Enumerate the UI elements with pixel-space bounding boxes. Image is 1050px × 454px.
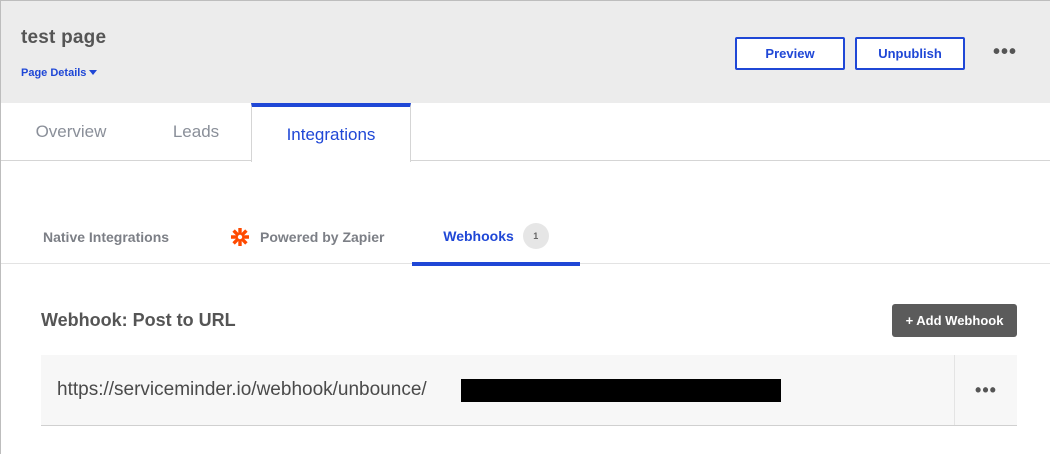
zapier-icon [230,227,250,247]
subtab-webhooks-label: Webhooks [443,228,514,244]
webhooks-count-badge: 1 [522,223,549,249]
integration-sub-tabs: Native Integrations Powered by Zapier We… [1,210,1050,266]
subtab-zapier-label: Powered by Zapier [260,229,385,245]
subtab-zapier[interactable]: Powered by Zapier [230,210,384,264]
subtab-webhooks[interactable]: Webhooks 1 [412,210,580,266]
redacted-text [461,379,781,402]
unpublish-button[interactable]: Unpublish [855,37,965,70]
subtab-native-label: Native Integrations [43,229,170,245]
section-title: Webhook: Post to URL [41,310,236,330]
page-title: test page [21,27,107,48]
more-options-icon[interactable]: ••• [993,42,1017,62]
subtab-native-integrations[interactable]: Native Integrations [43,210,169,264]
webhook-url: https://serviceminder.io/webhook/unbounc… [57,379,427,400]
page-details-label: Page Details [21,67,87,79]
main-tabs: Overview Leads Integrations [1,103,1050,162]
preview-button[interactable]: Preview [735,37,845,70]
page-header: test page Page Details Preview Unpublish… [1,1,1050,103]
row-more-options-icon[interactable]: ••• [954,355,1017,425]
tab-overview[interactable]: Overview [1,103,141,161]
tab-integrations[interactable]: Integrations [251,103,411,162]
caret-down-icon [89,69,98,75]
tab-leads[interactable]: Leads [141,103,251,161]
add-webhook-button[interactable]: + Add Webhook [892,304,1017,337]
webhook-row: https://serviceminder.io/webhook/unbounc… [41,355,1017,426]
page-details-dropdown[interactable]: Page Details [21,67,98,79]
